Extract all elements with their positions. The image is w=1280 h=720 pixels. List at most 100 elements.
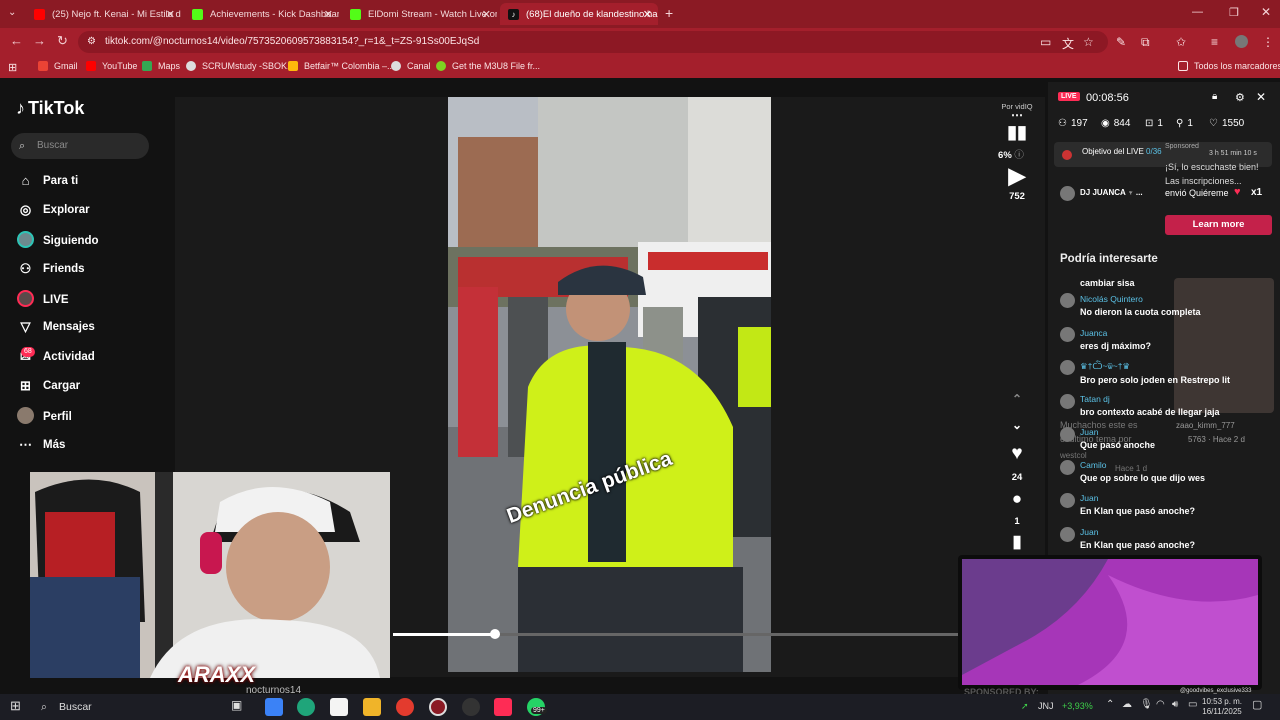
sidebar-item-friends[interactable]: ⚇ Friends [16, 261, 85, 277]
bookmark-youtube[interactable]: YouTube [86, 61, 137, 71]
wifi-icon[interactable]: ◠ [1156, 699, 1165, 710]
cloud-icon[interactable]: ☁ [1122, 699, 1132, 710]
menu-kebab-icon[interactable]: ⋮ [1262, 35, 1274, 49]
chat-text: Que pasó anoche [1080, 440, 1156, 450]
chat-user: Juan [1080, 427, 1099, 437]
chat-message[interactable]: Juan En Klan que pasó anoche? [1080, 493, 1195, 516]
bookmark-scrumstudy[interactable]: SCRUMstudy -SBOK... [186, 61, 295, 71]
gift-rose-icon: ♥ [1234, 186, 1241, 198]
store-icon[interactable] [330, 698, 348, 716]
bookmark-maps[interactable]: Maps [142, 61, 180, 71]
windows-start-icon[interactable]: ⊞ [10, 698, 21, 714]
apps-grid-icon[interactable]: ⊞ [8, 61, 17, 74]
tiktok-favicon-icon: ♪ [508, 8, 519, 20]
close-panel-icon[interactable]: ✕ [1256, 90, 1266, 104]
reading-list-icon[interactable]: ≡ [1211, 35, 1218, 49]
play-icon[interactable]: ▶ [997, 163, 1037, 189]
browser-tab-youtube[interactable]: (25) Nejo ft. Kenai - Mi Estilo de ✕ [26, 3, 181, 25]
previous-video-icon[interactable]: ⌃ [997, 392, 1037, 406]
chat-text: Que op sobre lo que dijo wes [1080, 473, 1206, 483]
all-bookmarks[interactable]: Todos los marcadores [1178, 61, 1280, 71]
chrome-icon[interactable] [396, 698, 414, 716]
url-field[interactable]: ⚙ tiktok.com/@nocturnos14/video/75735206… [78, 31, 1108, 53]
comment-icon[interactable]: ● [997, 489, 1037, 509]
more-icon: ⋯ [19, 437, 32, 452]
notifications-icon[interactable]: ▢ [1252, 698, 1262, 711]
sidebar-item-siguiendo[interactable]: Siguiendo [16, 231, 99, 251]
sidebar-item-mensajes[interactable]: ▽ Mensajes [16, 319, 95, 335]
edge-icon[interactable] [297, 698, 315, 716]
bookmark-canal[interactable]: Canal [391, 61, 431, 71]
chat-message[interactable]: Camilo Que op sobre lo que dijo wes [1080, 460, 1205, 483]
reload-icon[interactable]: ↻ [57, 33, 68, 49]
sidebar-item-perfil[interactable]: Perfil [16, 407, 72, 427]
bookmark-betfair[interactable]: Betfair™ Colombia –... [288, 61, 395, 71]
chat-message[interactable]: Tatan dj bro contexto acabé de llegar jaj… [1080, 394, 1220, 417]
browser-tab-tiktok[interactable]: ♪ (68)El dueño de klandestino ha ✕ [500, 3, 658, 25]
site-info-icon[interactable]: ⚙ [87, 31, 96, 53]
chat-message[interactable]: Juan Que pasó anoche [1080, 427, 1155, 450]
bookmark-star-icon[interactable]: ☆ [1083, 35, 1094, 49]
new-tab-icon[interactable]: + [665, 5, 673, 21]
sidebar-item-mas[interactable]: ⋯ Más [16, 437, 65, 453]
sidebar-item-para-ti[interactable]: ⌂ Para ti [16, 173, 79, 188]
tray-chevron-icon[interactable]: ⌃ [1106, 699, 1114, 710]
back-icon[interactable]: ← [10, 33, 23, 48]
settings-icon[interactable]: ⚙ [1235, 91, 1245, 104]
globe-icon [391, 61, 401, 71]
vidiq-score-icon[interactable]: ▮▮ [997, 122, 1037, 143]
progress-knob[interactable] [489, 629, 500, 639]
close-window-icon[interactable]: ✕ [1261, 5, 1271, 19]
chat-message[interactable]: cambiar sisa [1080, 275, 1135, 288]
next-video-icon[interactable]: ⌄ [997, 418, 1037, 432]
vidiq-menu-icon[interactable]: ⋯ [997, 108, 1037, 122]
favorites-icon[interactable]: ✩ [1176, 35, 1186, 49]
profile-avatar[interactable] [1235, 35, 1248, 48]
tab-search-chevron-icon[interactable]: ⌄ [8, 7, 16, 18]
chat-message[interactable]: ♛†Ѽ~ѿ~†♛ Bro pero solo joden en Restrepo … [1080, 361, 1230, 385]
close-tab-icon[interactable]: ✕ [482, 8, 491, 21]
taskbar-search[interactable]: ⌕ Buscar [34, 696, 224, 718]
lock-icon[interactable]: 🔒︎ [1212, 91, 1217, 102]
battery-icon[interactable]: ▭ [1188, 699, 1197, 710]
close-tab-icon[interactable]: ✕ [166, 8, 175, 21]
close-tab-icon[interactable]: ✕ [324, 8, 333, 21]
extension-pin-icon[interactable]: ✎ [1116, 35, 1126, 49]
bookmark-m3u8[interactable]: Get the M3U8 File fr... [436, 61, 540, 71]
chat-message[interactable]: Juanca eres dj máximo? [1080, 328, 1151, 351]
forward-icon[interactable]: → [33, 33, 46, 48]
tiktok-app-icon[interactable] [494, 698, 512, 716]
info-icon[interactable]: ⓘ [1014, 150, 1024, 161]
chat-message[interactable]: Juan En Klan que pasó anoche? [1080, 527, 1195, 550]
minimize-icon[interactable]: — [1192, 6, 1203, 18]
bookmark-icon[interactable]: ▮ [997, 532, 1037, 552]
sidebar-item-explorar[interactable]: ◎ Explorar [16, 202, 90, 218]
close-tab-icon[interactable]: ✕ [643, 8, 652, 21]
video-player[interactable] [448, 97, 771, 672]
volume-icon[interactable]: 🔊︎ [1172, 699, 1178, 710]
learn-more-button[interactable]: Learn more [1165, 215, 1272, 235]
browser-tab-kick-dashboard[interactable]: Achievements - Kick Dashboard ✕ [184, 3, 339, 25]
obs-icon[interactable] [462, 698, 480, 716]
extensions-icon[interactable]: ⧉ [1141, 35, 1150, 50]
like-icon[interactable]: ♥ [997, 443, 1037, 465]
chat-message[interactable]: Nicolás Quintero No dieron la cuota compl… [1080, 294, 1201, 317]
video-progress-bar[interactable] [393, 633, 958, 636]
file-explorer-icon[interactable] [363, 698, 381, 716]
stock-ticker[interactable]: JNJ [1038, 701, 1054, 711]
restore-icon[interactable]: ❐ [1229, 6, 1239, 19]
sidebar-item-cargar[interactable]: ⊞ Cargar [16, 378, 80, 394]
tiktok-logo[interactable]: ♪ TikTok [16, 98, 84, 119]
cast-icon[interactable]: ▭ [1040, 35, 1051, 49]
microphone-icon[interactable]: 🎙︎ [1140, 699, 1153, 710]
taskbar-clock[interactable]: 10:53 p. m. 16/11/2025 [1202, 697, 1242, 717]
bookmark-gmail[interactable]: Gmail [38, 61, 78, 71]
browser-tab-kick-stream[interactable]: ElDomi Stream - Watch Live on ✕ [342, 3, 497, 25]
task-view-icon[interactable]: ▣ [231, 698, 249, 716]
copilot-icon[interactable] [265, 698, 283, 716]
search-input[interactable]: ⌕ Buscar [11, 133, 149, 159]
chrome-active-icon[interactable] [429, 698, 447, 716]
translate-icon[interactable]: 文 [1062, 35, 1074, 52]
stat-people: ⚇ 197 [1058, 118, 1088, 129]
sidebar-item-live[interactable]: LIVE [16, 290, 69, 310]
